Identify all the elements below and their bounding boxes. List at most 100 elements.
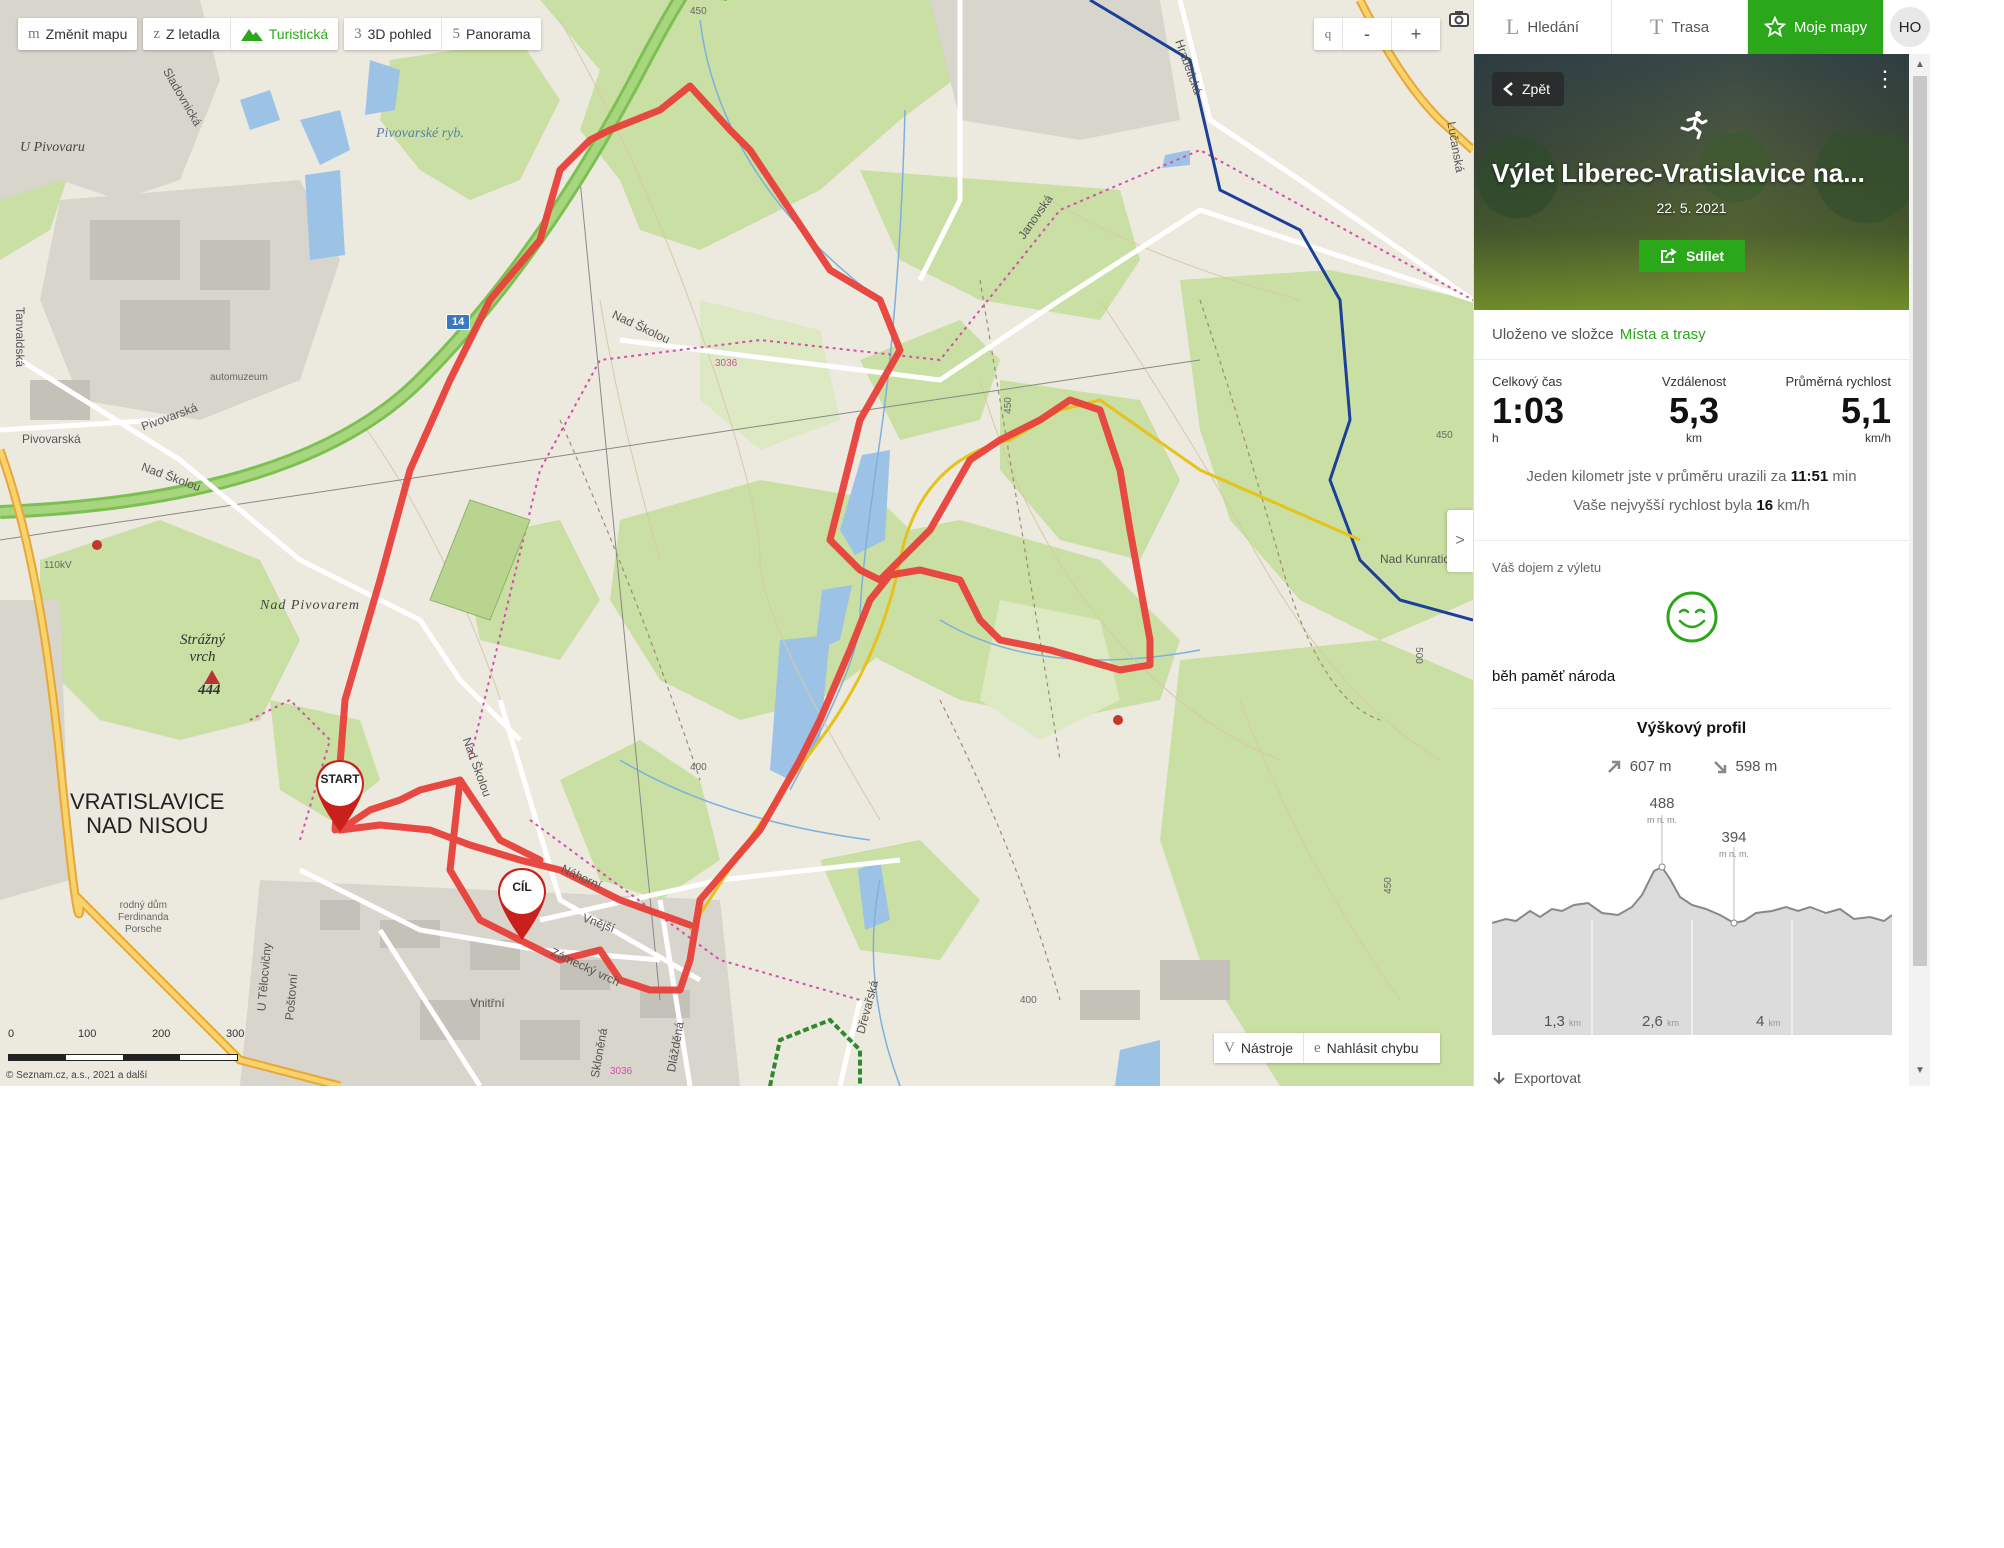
shortcut-key: T	[1649, 14, 1664, 39]
shortcut-key: V	[1224, 1039, 1235, 1056]
stat-distance: Vzdálenost 5,3 km	[1644, 374, 1744, 445]
panorama-button[interactable]: 5 Panorama	[442, 18, 540, 50]
zoom-shortcut-key: q	[1314, 18, 1343, 50]
scroll-down-icon[interactable]: ▼	[1909, 1060, 1930, 1080]
map-canvas[interactable]: VRATISLAVICE NAD NISOU Strážný vrch 444 …	[0, 0, 1473, 1086]
shortcut-key: z	[153, 25, 161, 42]
stat-average-speed: Průměrná rychlost 5,1 km/h	[1764, 374, 1891, 445]
zoom-out-button[interactable]: -	[1343, 18, 1392, 50]
app: VRATISLAVICE NAD NISOU Strážný vrch 444 …	[0, 0, 1930, 1086]
tab-my-maps[interactable]: Moje mapy	[1748, 0, 1884, 54]
shortcut-key: e	[1313, 1039, 1321, 1056]
zoom-in-button[interactable]: +	[1392, 18, 1440, 50]
poi-label: rodný dům Ferdinanda Porsche	[118, 900, 169, 935]
stat-unit: h	[1492, 431, 1499, 445]
tick-value: 1,3	[1544, 1013, 1565, 1030]
stat-unit: km/h	[1864, 431, 1891, 445]
max-speed-prefix: Vaše nejvyšší rychlost byla	[1573, 497, 1753, 514]
smiley-face-icon[interactable]	[1665, 590, 1719, 644]
trip-date: 22. 5. 2021	[1656, 200, 1727, 216]
scale-tick: 200	[152, 1028, 171, 1040]
ascent-stat: 607 m	[1606, 758, 1672, 775]
max-speed-line: Vaše nejvyšší rychlost byla 16 km/h	[1474, 491, 1909, 520]
contour-label: 450	[690, 6, 707, 17]
tab-search[interactable]: L Hledání	[1474, 0, 1612, 54]
divider	[1492, 708, 1891, 709]
elevation-profile-title: Výškový profil	[1636, 720, 1747, 737]
scale-bar	[8, 1054, 238, 1061]
finish-pin-label: CÍL	[512, 880, 532, 894]
camera-icon[interactable]	[1448, 8, 1470, 28]
elevation-max-value: 488	[1649, 795, 1675, 812]
tick-unit: km	[1768, 1018, 1781, 1028]
export-button[interactable]: Exportovat	[1492, 1070, 1581, 1086]
stat-value: 5,3	[1668, 390, 1720, 431]
mountain-icon	[240, 29, 263, 41]
stat-label: Vzdálenost	[1661, 374, 1727, 389]
stat-unit: km	[1686, 431, 1702, 445]
finish-pin[interactable]: CÍL	[496, 866, 548, 942]
trip-cover-photo: Zpět ⋮ Výlet Liberec-Vratislavice na... …	[1474, 54, 1909, 310]
export-label: Exportovat	[1514, 1070, 1581, 1086]
street-label: Vnitřní	[470, 996, 505, 1010]
road-number-badge: 14	[446, 314, 471, 330]
elevation-chart-svg	[1491, 815, 1893, 1035]
stat-total-time: Celkový čas 1:03 h	[1492, 374, 1564, 445]
tab-route[interactable]: T Trasa	[1612, 0, 1748, 54]
hill-height: 444	[198, 682, 221, 698]
shortcut-key: m	[28, 25, 40, 42]
tools-button[interactable]: V Nástroje	[1214, 1033, 1304, 1063]
user-avatar[interactable]: HO	[1890, 7, 1930, 47]
divider	[1474, 540, 1909, 541]
tourist-map-button[interactable]: Turistická	[231, 18, 338, 50]
shortcut-key: 5	[452, 25, 460, 42]
elevation-min-value: 394	[1721, 829, 1747, 846]
avg-km-unit: min	[1832, 468, 1857, 485]
trip-title: Výlet Liberec-Vratislavice na...	[1492, 158, 1865, 188]
download-arrow-icon	[1493, 1072, 1505, 1085]
running-icon	[1680, 111, 1708, 140]
share-label: Sdílet	[1685, 248, 1725, 264]
contour-label: 500	[1412, 647, 1424, 664]
scale-tick: 0	[8, 1028, 15, 1040]
elevation-max-unit: m n. m.	[1646, 815, 1677, 825]
start-pin[interactable]: START	[314, 758, 366, 834]
saved-folder-info: Uloženo ve složce Místa a trasy	[1474, 310, 1909, 360]
scroll-thumb[interactable]	[1913, 76, 1927, 966]
3d-view-button[interactable]: 3 3D pohled	[344, 18, 443, 50]
back-label: Zpět	[1522, 81, 1551, 97]
tools-label: Nástroje	[1240, 1040, 1293, 1056]
avg-km-line: Jeden kilometr jste v průměru urazili za…	[1474, 462, 1909, 491]
more-options-icon[interactable]: ⋮	[1874, 68, 1896, 90]
tourist-map-label: Turistická	[268, 26, 329, 42]
copyright[interactable]: © Seznam.cz, a.s., 2021 a další	[6, 1070, 147, 1081]
cover-decoration	[1474, 134, 1909, 244]
change-map-button[interactable]: m Změnit mapu	[18, 18, 137, 50]
share-button[interactable]: Sdílet	[1639, 240, 1745, 272]
stat-label: Celkový čas	[1492, 374, 1563, 389]
locality-label: U Pivovaru	[20, 140, 85, 155]
chevron-left-icon	[1503, 82, 1513, 96]
panel-scrollbar[interactable]: ▲ ▼	[1909, 54, 1930, 1086]
contour-label: 400	[1020, 995, 1037, 1006]
aerial-map-button[interactable]: z Z letadla	[143, 18, 231, 50]
street-label: Pivovarská	[22, 432, 81, 446]
report-error-button[interactable]: e Nahlásit chybu	[1304, 1033, 1441, 1063]
x-axis-tick: 4 km	[1756, 1013, 1781, 1030]
elevation-stats: 607 m 598 m	[1474, 758, 1909, 775]
trip-note: běh paměť národa	[1492, 668, 1616, 685]
saved-folder-link[interactable]: Místa a trasy	[1620, 326, 1706, 343]
cycle-route-number: 3036	[610, 1066, 633, 1077]
contour-label: 450	[1436, 430, 1453, 441]
tab-route-label: Trasa	[1671, 18, 1710, 36]
max-speed-value: 16	[1756, 497, 1774, 514]
cycle-route-number: 3036	[715, 358, 738, 369]
scroll-up-icon[interactable]: ▲	[1909, 54, 1930, 74]
collapse-panel-button[interactable]: >	[1447, 510, 1473, 572]
hill-label: Strážný vrch	[180, 632, 225, 665]
elevation-chart[interactable]: 488 m n. m. 394 m n. m. 1,3 km 2,6 km 4 …	[1491, 795, 1893, 1035]
3d-view-label: 3D pohled	[367, 26, 432, 42]
avg-km-prefix: Jeden kilometr jste v průměru urazili za	[1526, 468, 1787, 485]
descent-stat: 598 m	[1712, 758, 1777, 775]
back-button[interactable]: Zpět	[1492, 72, 1565, 106]
